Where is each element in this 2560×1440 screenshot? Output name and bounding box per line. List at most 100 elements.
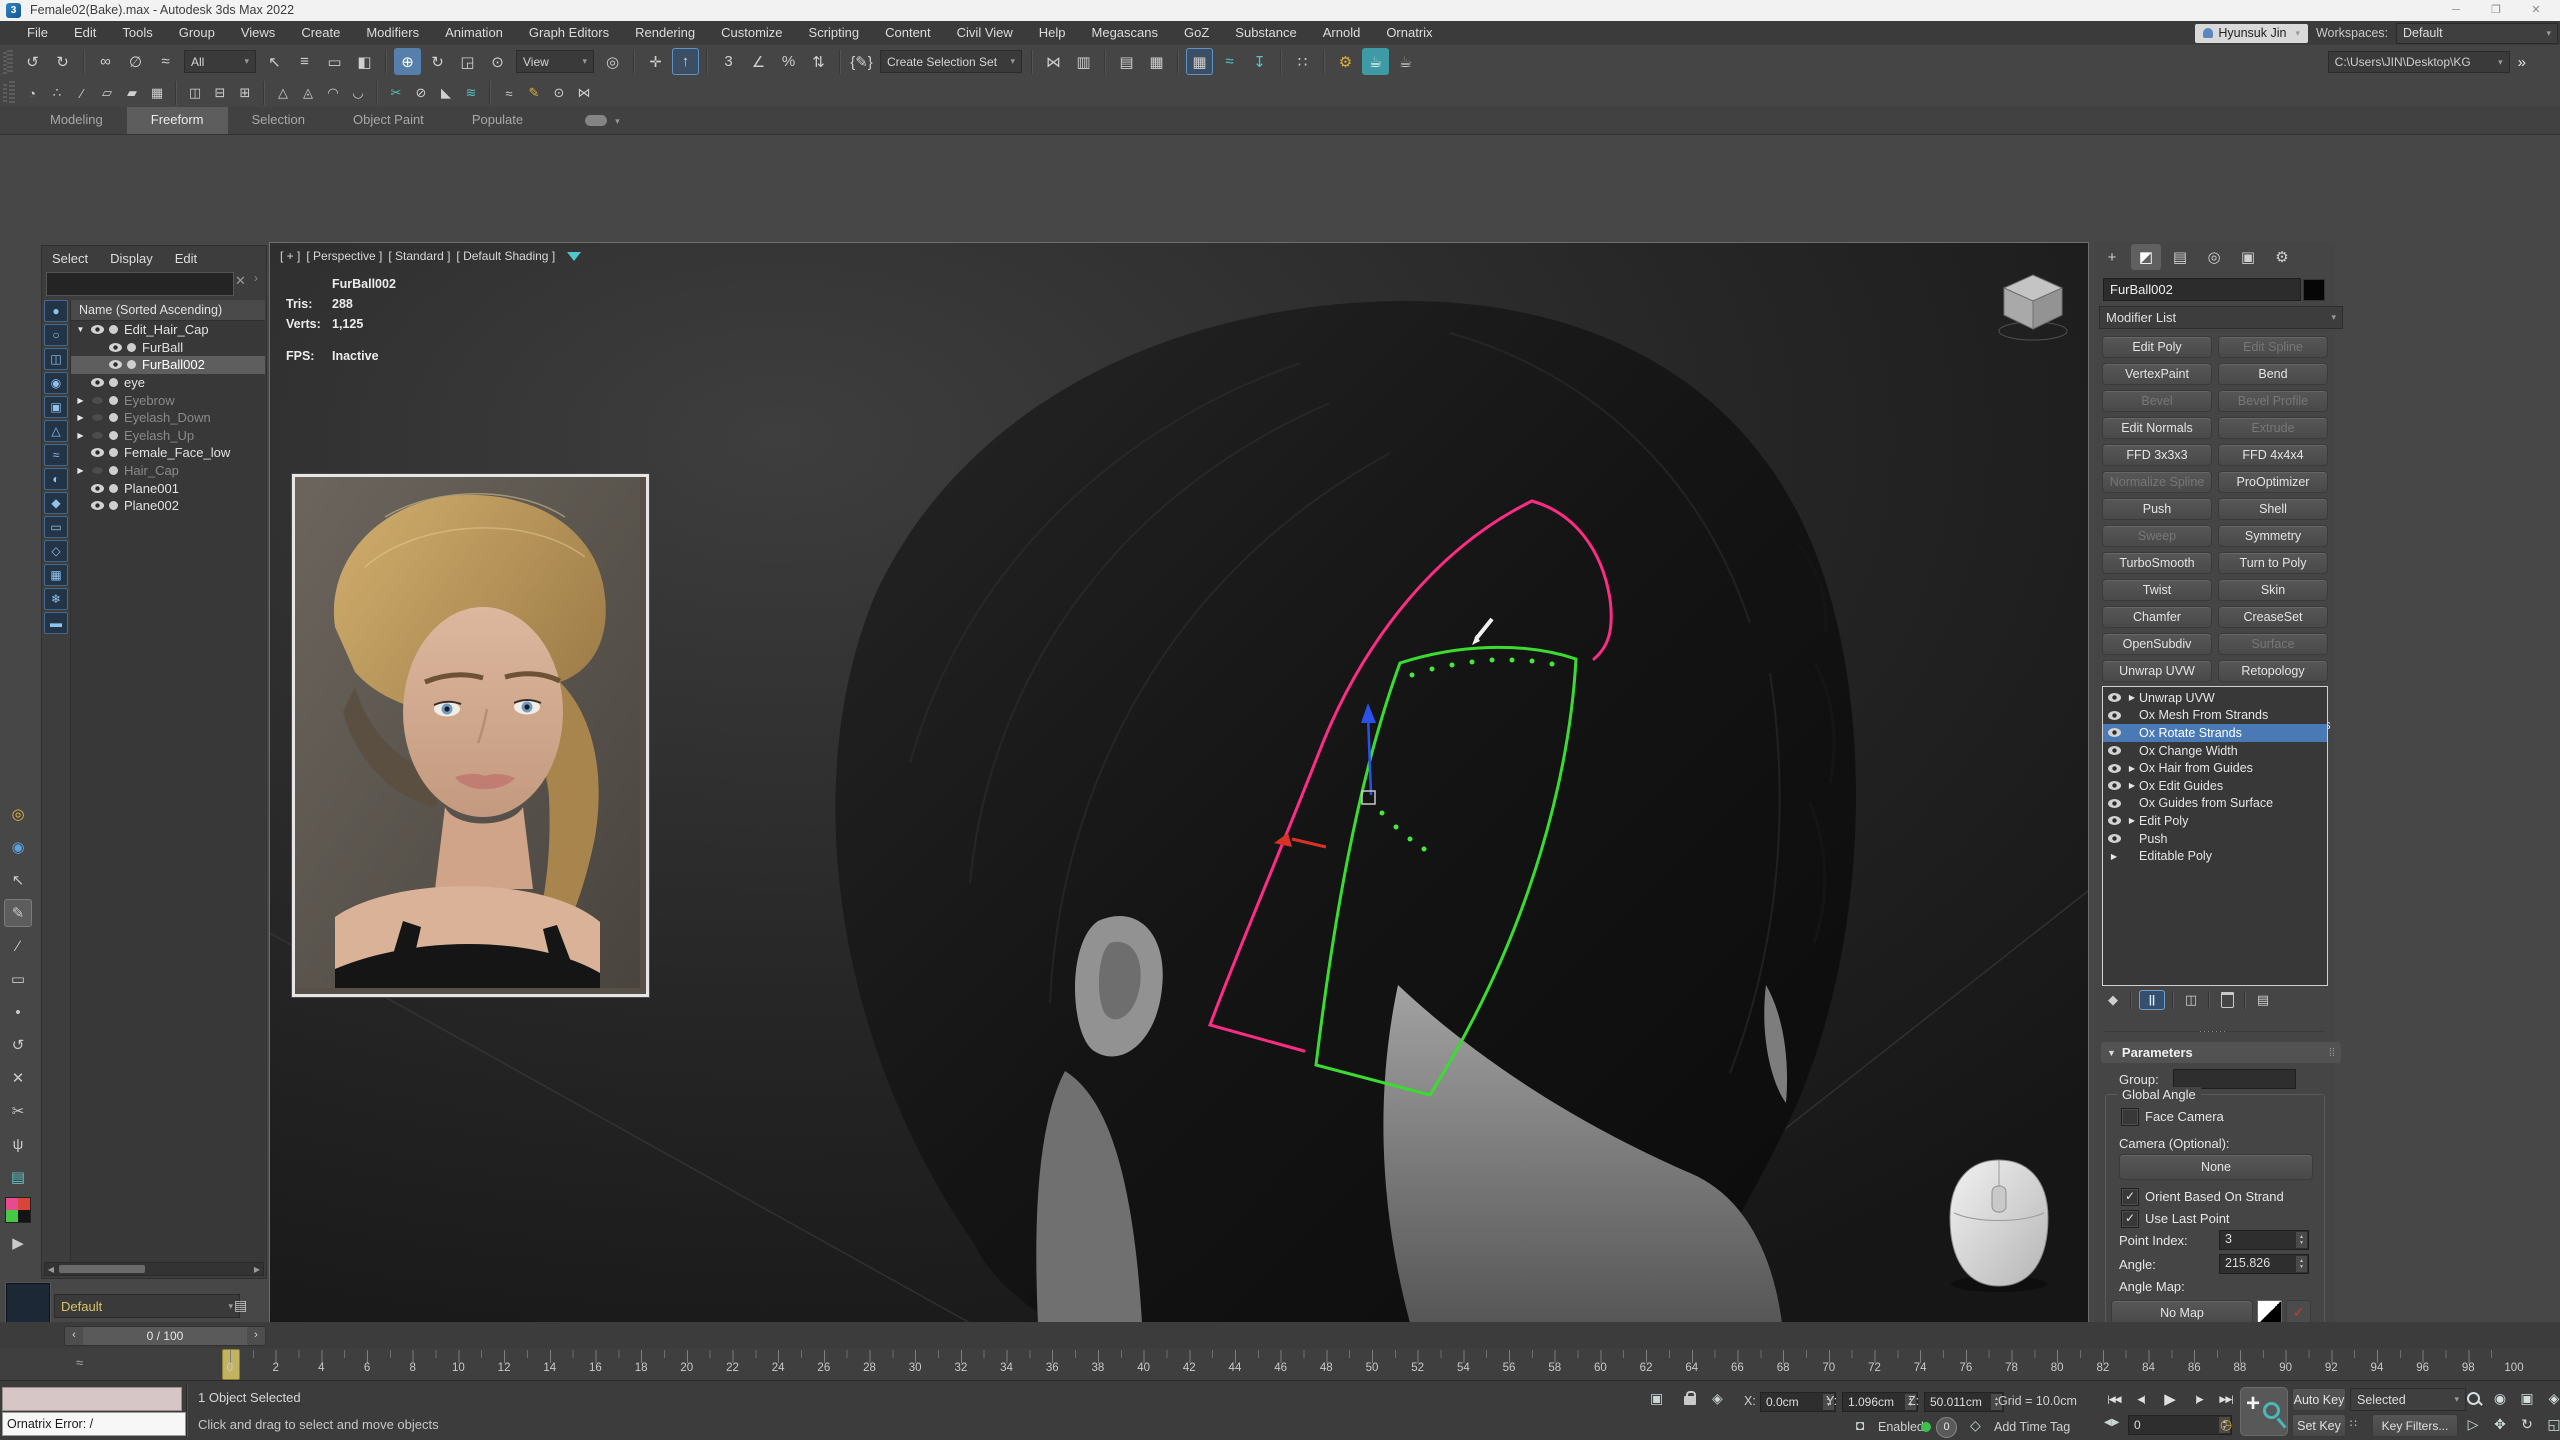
x-coordinate-field[interactable]: 0.0cm ▲▼ [1760, 1392, 1836, 1412]
expand-icon[interactable]: ▶ [2125, 693, 2139, 702]
workspace-dropdown[interactable]: Default ▾ [2396, 23, 2558, 44]
filter-frozen-icon[interactable]: ❄ [44, 588, 68, 610]
menu-edit[interactable]: Edit [61, 21, 109, 45]
layers-icon[interactable]: ▤ [234, 1297, 247, 1314]
modifier-button-twist[interactable]: Twist [2102, 579, 2212, 601]
scene-item-edit-hair-cap[interactable]: ▼Edit_Hair_Cap [71, 321, 265, 339]
modifier-eye-icon[interactable] [2103, 728, 2125, 737]
modifier-eye-icon[interactable] [2103, 764, 2125, 773]
angle-spinner[interactable]: 215.826 ▲▼ [2219, 1254, 2309, 1274]
ornatrix-play-icon[interactable]: ▶ [4, 1229, 32, 1257]
modifier-button-chamfer[interactable]: Chamfer [2102, 606, 2212, 628]
tab-object-paint[interactable]: Object Paint [329, 107, 448, 134]
select-manipulate-icon[interactable]: ✛ [642, 48, 669, 75]
menu-substance[interactable]: Substance [1222, 21, 1309, 45]
undo-icon[interactable]: ↺ [19, 48, 46, 75]
ribbon-display-dropdown[interactable]: ▾ [561, 107, 644, 134]
project-folder-dropdown[interactable]: C:\Users\JIN\Desktop\KG ▾ [2328, 51, 2510, 73]
menu-graph-editors[interactable]: Graph Editors [516, 21, 622, 45]
ornatrix-palette-icon[interactable] [4, 1196, 32, 1224]
visibility-eye-icon[interactable] [88, 431, 106, 440]
toolbar-overflow-icon[interactable]: » [2518, 54, 2526, 71]
symmetry-tool-icon[interactable]: ⋈ [573, 82, 595, 104]
visibility-eye-icon[interactable] [88, 466, 106, 475]
orbit-icon[interactable]: ↻ [2516, 1413, 2538, 1435]
layer-list-icon[interactable]: ▦ [1143, 48, 1170, 75]
scroll-right-icon[interactable]: ▶ [251, 1265, 263, 1274]
filter-xrefs-icon[interactable]: ◇ [44, 540, 68, 562]
filter-geometry-icon[interactable]: ○ [44, 324, 68, 346]
visibility-eye-icon[interactable] [106, 343, 124, 352]
tab-populate[interactable]: Populate [448, 107, 547, 134]
menu-content[interactable]: Content [872, 21, 944, 45]
set-keys-button[interactable]: + [2240, 1387, 2288, 1436]
explorer-search-input[interactable] [46, 272, 234, 296]
go-to-end-button[interactable]: ▶▶| [2214, 1388, 2238, 1410]
bridge-tool-icon[interactable]: ◠ [322, 82, 344, 104]
modifier-eye-icon[interactable] [2103, 746, 2125, 755]
quickslice-tool-icon[interactable]: ◣ [435, 82, 457, 104]
current-layer-dropdown[interactable]: Default ▾ [54, 1294, 240, 1318]
display-tab-icon[interactable]: ▣ [2233, 244, 2263, 270]
scrollbar-thumb[interactable] [59, 1265, 145, 1273]
menu-file[interactable]: File [14, 21, 61, 45]
filter-spacewarps-icon[interactable]: ≈ [44, 444, 68, 466]
visibility-eye-icon[interactable] [88, 396, 106, 405]
expand-icon[interactable]: ▶ [73, 396, 88, 405]
scene-item-eyelash-down[interactable]: ▶Eyelash_Down [71, 409, 265, 427]
auto-key-button[interactable]: Auto Key [2292, 1388, 2346, 1411]
selection-lock-icon[interactable] [1684, 1396, 1696, 1405]
ornatrix-delete-icon[interactable]: ✕ [4, 1064, 32, 1092]
stack-item-ox-rotate-strands[interactable]: Ox Rotate Strands [2103, 724, 2327, 742]
z-coordinate-field[interactable]: 50.011cm ▲▼ [1924, 1392, 2004, 1412]
bind-spacewarp-icon[interactable]: ≈ [152, 48, 179, 75]
modifier-button-prooptimizer[interactable]: ProOptimizer [2218, 471, 2328, 493]
modifier-button-shell[interactable]: Shell [2218, 498, 2328, 520]
mirror-icon[interactable]: ⋈ [1040, 48, 1067, 75]
viewport-menu-general[interactable]: [ + ] [280, 249, 300, 263]
swift-loop-icon[interactable]: ≋ [460, 82, 482, 104]
percent-snap-icon[interactable]: % [775, 48, 802, 75]
mini-curve-editor-icon[interactable]: ≈ [76, 1355, 83, 1370]
menu-ornatrix[interactable]: Ornatrix [1373, 21, 1445, 45]
modifier-button-opensubdiv[interactable]: OpenSubdiv [2102, 633, 2212, 655]
toggle-scene-explorer-icon[interactable]: ▦ [1186, 48, 1213, 75]
rect-selection-region-icon[interactable]: ▭ [321, 48, 348, 75]
menu-create[interactable]: Create [288, 21, 353, 45]
ornatrix-select-icon[interactable]: ↖ [4, 866, 32, 894]
tab-modeling[interactable]: Modeling [26, 107, 127, 134]
ornatrix-notes-icon[interactable]: ▤ [4, 1163, 32, 1191]
scene-item-hair-cap[interactable]: ▶Hair_Cap [71, 462, 265, 480]
extrude-tool-icon[interactable]: △ [272, 82, 294, 104]
timeline-ruler[interactable]: ≈ 02468101214161820222426283032343638404… [0, 1348, 2560, 1381]
pin-stack-icon[interactable]: ◆ [2103, 990, 2123, 1010]
select-scale-icon[interactable]: ◲ [454, 48, 481, 75]
paint-deform-icon[interactable]: ✎ [523, 82, 545, 104]
menu-scripting[interactable]: Scripting [796, 21, 873, 45]
modifier-eye-icon[interactable] [2103, 781, 2125, 790]
select-place-icon[interactable]: ⊙ [484, 48, 511, 75]
stack-item-edit-poly[interactable]: ▶Edit Poly [2103, 812, 2327, 830]
stack-item-ox-guides-from-surface[interactable]: Ox Guides from Surface [2103, 795, 2327, 813]
make-unique-icon[interactable]: ◫ [2181, 990, 2201, 1010]
utilities-tab-icon[interactable]: ⚙ [2267, 244, 2297, 270]
create-tab-icon[interactable]: + [2097, 244, 2127, 270]
modifier-button-symmetry[interactable]: Symmetry [2218, 525, 2328, 547]
redo-icon[interactable]: ↻ [49, 48, 76, 75]
use-last-point-checkbox[interactable]: ✓ [2121, 1210, 2139, 1228]
key-filters-button[interactable]: Key Filters... [2372, 1414, 2458, 1437]
modifier-button-retopology[interactable]: Retopology [2218, 660, 2328, 682]
collapse-icon[interactable]: ▼ [73, 325, 88, 334]
modifier-eye-icon[interactable] [2103, 711, 2125, 720]
field-of-view-icon[interactable]: ▷ [2462, 1413, 2484, 1435]
toolbar-grip[interactable] [9, 81, 15, 105]
modifier-button-ffd-4x4x4[interactable]: FFD 4x4x4 [2218, 444, 2328, 466]
ornatrix-fork-icon[interactable]: ψ [4, 1130, 32, 1158]
selection-filter-dropdown[interactable]: All▾ [184, 50, 256, 73]
spinner-arrows-icon[interactable]: ▲▼ [2296, 1232, 2307, 1248]
snaps-toggle-icon[interactable]: 3 [715, 48, 742, 75]
select-by-name-icon[interactable]: ≡ [291, 48, 318, 75]
toolbar-grip[interactable] [7, 50, 13, 74]
visibility-eye-icon[interactable] [88, 378, 106, 387]
ornatrix-scissors-icon[interactable]: ✂ [4, 1097, 32, 1125]
